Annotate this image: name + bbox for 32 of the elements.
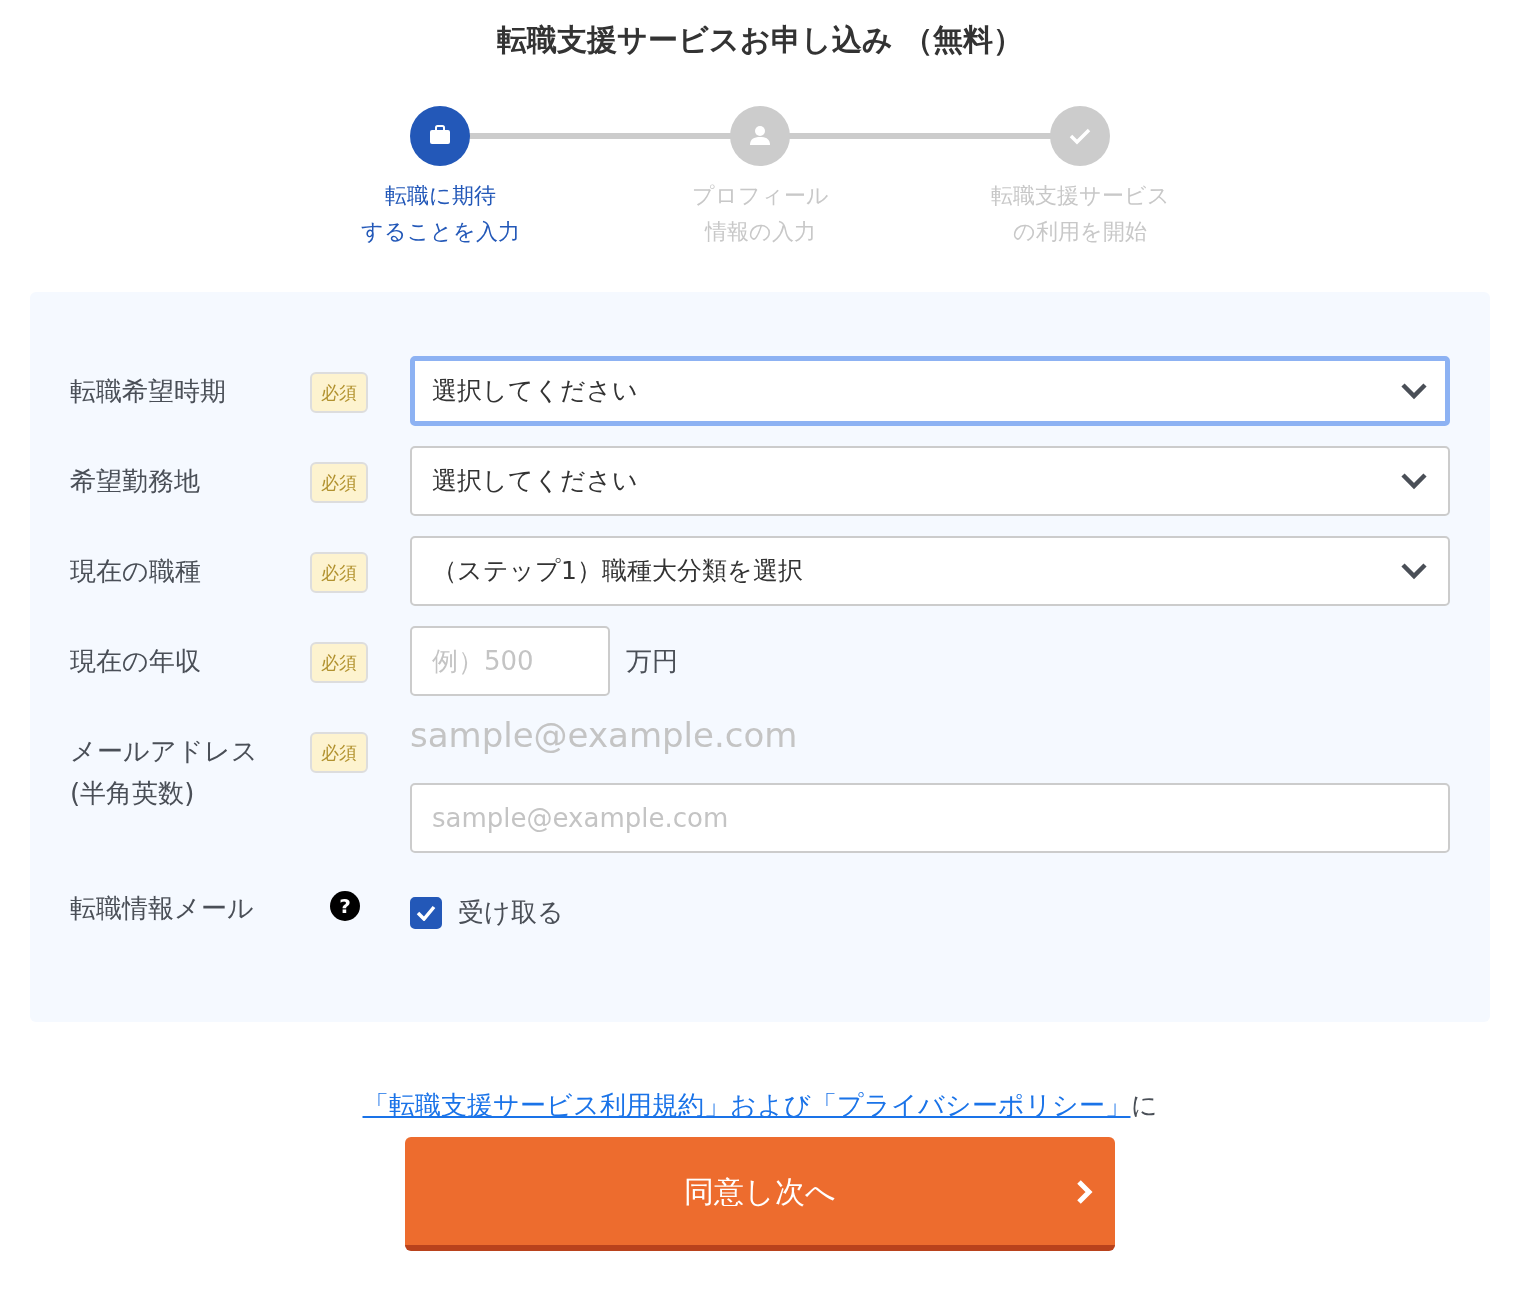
field-label: 転職情報メール (70, 892, 255, 925)
dropdown[interactable]: 選択してください (410, 446, 1450, 516)
page-title: 転職支援サービスお申し込み （無料） (495, 21, 1025, 58)
terms-link[interactable]: 「転職支援サービス利用規約」および「プライバシーポリシー」 (362, 1090, 1131, 1120)
person-icon (749, 125, 771, 147)
dropdown[interactable]: 選択してください (410, 356, 1450, 426)
email-field[interactable]: sample@example.com (410, 783, 1450, 853)
required-badge: 必須 (310, 642, 368, 683)
check-icon (416, 904, 436, 921)
chevron-right-icon (1075, 1179, 1095, 1205)
email-hint: sample@example.com (410, 714, 799, 757)
required-badge: 必須 (310, 462, 368, 503)
dropdown[interactable]: （ステップ1）職種大分類を選択 (410, 536, 1450, 606)
help-icon[interactable]: ? (330, 891, 360, 921)
required-badge: 必須 (310, 732, 368, 773)
field-label: 希望勤務地 (70, 465, 201, 498)
briefcase-icon (429, 125, 451, 147)
field-label: 転職希望時期 (70, 375, 227, 408)
chevron-down-icon (1400, 382, 1428, 400)
step-label: 転職に期待 することを入力 (360, 182, 520, 246)
required-badge: 必須 (310, 552, 368, 593)
unit-label: 万円 (626, 644, 678, 678)
checkbox[interactable] (410, 896, 442, 929)
number-field[interactable]: 例）500 (410, 626, 610, 696)
required-badge: 必須 (310, 372, 368, 413)
consent-text: に (1130, 1090, 1158, 1120)
checkbox-label: 受け取る (458, 896, 564, 929)
field-label: 現在の職種 (70, 555, 202, 588)
chevron-down-icon (1400, 472, 1428, 490)
field-label: 現在の年収 (70, 645, 202, 678)
chevron-down-icon (1400, 562, 1428, 580)
field-label: メールアドレス (半角英数) (70, 735, 259, 810)
